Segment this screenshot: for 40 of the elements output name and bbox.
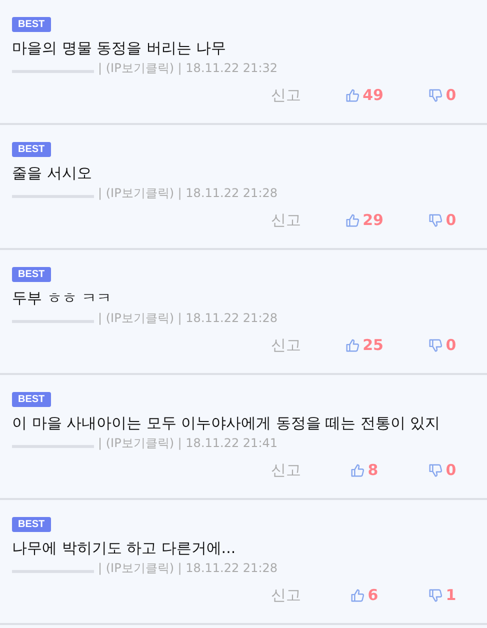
thumbs-up-icon xyxy=(350,462,365,478)
comment-text: 마을의 명물 동정을 버리는 나무 xyxy=(12,38,226,59)
thumbs-up-icon xyxy=(344,212,360,228)
best-badge: BEST xyxy=(12,142,51,157)
thumbs-down-icon xyxy=(428,212,443,228)
best-badge: BEST xyxy=(12,267,51,282)
dislike-button[interactable]: 1 xyxy=(428,586,456,604)
comment-text: 두부 ㅎㅎ ㅋㅋ xyxy=(12,288,112,309)
like-button[interactable]: 8 xyxy=(350,461,378,479)
report-button[interactable]: 신고 xyxy=(271,210,301,230)
comment-text: 이 마을 사내아이는 모두 이누야사에게 동정을 떼는 전통이 있지 xyxy=(12,413,440,434)
like-button[interactable]: 25 xyxy=(344,336,384,354)
comment-meta: | (IP보기클릭) | 18.11.22 21:32 xyxy=(98,60,278,76)
dislike-button[interactable]: 0 xyxy=(428,461,456,479)
like-button[interactable]: 49 xyxy=(344,86,384,104)
thumbs-up-icon xyxy=(350,588,365,602)
best-badge: BEST xyxy=(12,17,51,32)
thumbs-down-icon xyxy=(428,588,443,602)
comment-text: 나무에 박히기도 하고 다른거에... xyxy=(12,538,236,559)
best-badge: BEST xyxy=(12,392,51,407)
thumbs-down-icon xyxy=(428,462,443,478)
thumbs-down-icon xyxy=(428,338,443,352)
report-button[interactable]: 신고 xyxy=(271,86,301,104)
like-button[interactable]: 29 xyxy=(344,211,384,229)
comment-text: 줄을 서시오 xyxy=(12,163,92,184)
dislike-button[interactable]: 0 xyxy=(428,86,456,104)
comment-meta: | (IP보기클릭) | 18.11.22 21:28 xyxy=(98,560,278,576)
dislike-button[interactable]: 0 xyxy=(428,336,456,354)
report-button[interactable]: 신고 xyxy=(271,336,301,354)
report-button[interactable]: 신고 xyxy=(271,460,301,480)
comment-meta: | (IP보기클릭) | 18.11.22 21:28 xyxy=(98,184,278,202)
thumbs-up-icon xyxy=(344,338,360,352)
report-button[interactable]: 신고 xyxy=(271,586,301,604)
comment-meta: | (IP보기클릭) | 18.11.22 21:41 xyxy=(98,434,278,452)
thumbs-down-icon xyxy=(428,88,443,102)
like-button[interactable]: 6 xyxy=(350,586,378,604)
comment-meta: | (IP보기클릭) | 18.11.22 21:28 xyxy=(98,310,278,326)
dislike-button[interactable]: 0 xyxy=(428,211,456,229)
thumbs-up-icon xyxy=(344,88,360,102)
best-badge: BEST xyxy=(12,517,51,532)
